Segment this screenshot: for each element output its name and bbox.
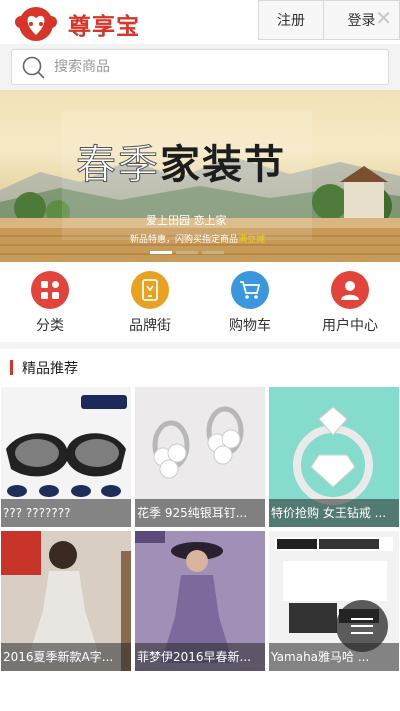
product-card[interactable]: 花季 925纯银耳钉... (135, 387, 265, 527)
recommend-section: 精品推荐 ??? ??????? 花季 925纯银耳钉... 特价抢购 女王钻戒… (0, 349, 400, 711)
search-icon (22, 56, 45, 79)
banner-promo-text: 新品特惠，闪购买指定商品 (130, 235, 239, 245)
grid-glyph (41, 281, 59, 299)
page: 尊享宝 注册 登录 ✕ 搜索商品 春季家装节 爱上田园 恋上家 新品特惠，闪购买… (0, 0, 400, 711)
carousel-dot[interactable] (202, 251, 224, 254)
cart-glyph (240, 281, 261, 299)
menu-icon-bar (351, 618, 373, 620)
product-name: 特价抢购 女王钻戒 ... (269, 499, 399, 527)
header: 尊享宝 注册 登录 ✕ (0, 0, 400, 44)
monkey-logo-icon (15, 7, 57, 41)
section-title: 精品推荐 (22, 361, 78, 377)
floating-menu-button[interactable] (336, 600, 388, 652)
banner-title-light: 春季 (76, 142, 160, 189)
phone-glyph (142, 279, 158, 301)
menu-icon-bar (351, 625, 373, 627)
user-center-icon (331, 271, 369, 309)
nav-item-user-center[interactable]: 用户中心 (300, 262, 400, 342)
nav-item-brand-street[interactable]: 品牌街 (100, 262, 200, 342)
product-card[interactable]: Yamaha雅马哈 ... (269, 531, 399, 671)
promo-banner[interactable]: 春季家装节 爱上田园 恋上家 新品特惠，闪购买指定商品满立减 (0, 90, 400, 262)
banner-title-dark: 家装节 (160, 141, 286, 188)
banner-subtitle: 爱上田园 恋上家 (146, 214, 227, 227)
search-bar[interactable] (11, 49, 389, 85)
nav-item-category[interactable]: 分类 (0, 262, 100, 342)
product-name: Yamaha雅马哈 ... (269, 643, 399, 671)
product-card[interactable]: 2016夏季新款A字... (1, 531, 131, 671)
cart-icon (231, 271, 269, 309)
product-card[interactable]: 特价抢购 女王钻戒 ... (269, 387, 399, 527)
nav-item-cart[interactable]: 购物车 (200, 262, 300, 342)
product-name: 菲梦伊2016早春新... (135, 643, 265, 671)
section-accent-bar (10, 360, 13, 375)
banner-promo-highlight: 满立减 (238, 235, 266, 245)
nav-label-category: 分类 (36, 318, 64, 334)
product-name: 花季 925纯银耳钉... (135, 499, 265, 527)
product-name: 2016夏季新款A字... (1, 643, 131, 671)
carousel-indicator (150, 251, 224, 254)
nav-label-brand-street: 品牌街 (129, 318, 171, 334)
product-card[interactable]: ??? ??????? (1, 387, 131, 527)
category-icon (31, 271, 69, 309)
product-name: ??? ??????? (1, 499, 131, 527)
user-glyph (341, 281, 359, 300)
banner-promo: 新品特惠，闪购买指定商品满立减 (130, 232, 265, 245)
nav-label-cart: 购物车 (229, 318, 271, 334)
category-nav: 分类 品牌街 购物车 用户中心 (0, 262, 400, 342)
menu-icon-bar (351, 632, 373, 634)
section-header: 精品推荐 (0, 349, 400, 385)
close-icon[interactable]: ✕ (375, 6, 392, 30)
carousel-dot-active[interactable] (150, 251, 172, 254)
register-button[interactable]: 注册 (258, 0, 324, 40)
brand-name: 尊享宝 (68, 14, 140, 40)
product-card[interactable]: 菲梦伊2016早春新... (135, 531, 265, 671)
search-input[interactable] (54, 56, 374, 78)
nav-label-user-center: 用户中心 (322, 318, 378, 334)
brand-street-icon (131, 271, 169, 309)
carousel-dot[interactable] (176, 251, 198, 254)
banner-title: 春季家装节 (76, 132, 286, 190)
